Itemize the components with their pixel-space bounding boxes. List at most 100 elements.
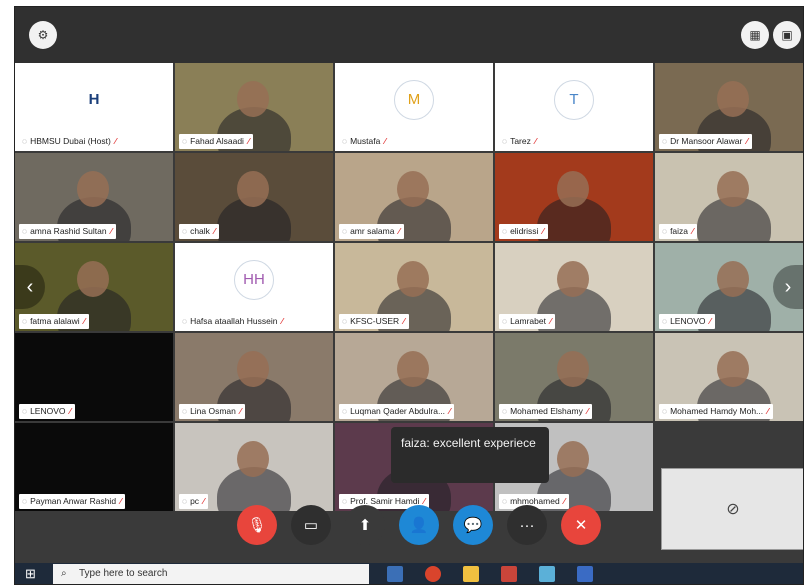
participant-status-icon: ◌: [502, 316, 508, 326]
file-explorer-icon[interactable]: [463, 566, 479, 582]
participant-status-icon: ◌: [342, 316, 348, 326]
participant-tile[interactable]: ◌ Mohamed Elshamy ⁄: [495, 333, 653, 421]
participant-name: Mohamed Elshamy: [510, 406, 583, 416]
taskbar-app-icon[interactable]: [387, 566, 403, 582]
more-button[interactable]: ···: [507, 505, 547, 545]
participant-tile[interactable]: ◌ Lina Osman ⁄: [175, 333, 333, 421]
participants-button[interactable]: 👤: [399, 505, 439, 545]
participant-name: chalk: [190, 226, 210, 236]
windows-taskbar: ⊞ ⌕ Type here to search: [15, 563, 803, 584]
chat-button[interactable]: 💬: [453, 505, 493, 545]
video-feed-head: [77, 171, 109, 207]
participant-name-label: ◌ amr salama ⁄: [339, 224, 404, 239]
video-feed-head: [557, 441, 589, 477]
participant-status-icon: ◌: [22, 316, 28, 326]
mute-mic-button[interactable]: 🎙: [237, 505, 277, 545]
participant-name: Luqman Qader Abdulra...: [350, 406, 446, 416]
more-icon: ···: [519, 516, 535, 534]
participant-tile[interactable]: HH ◌ Hafsa ataallah Hussein ⁄: [175, 243, 333, 331]
participant-name-label: ◌ Dr Mansoor Alawar ⁄: [659, 134, 752, 149]
mic-muted-icon: ⁄: [767, 406, 769, 416]
share-screen-button[interactable]: ⬆: [345, 505, 385, 545]
video-feed-head: [237, 351, 269, 387]
close-icon: ✕: [574, 517, 588, 534]
participant-name: Lina Osman: [190, 406, 236, 416]
participant-name: Dr Mansoor Alawar: [670, 136, 743, 146]
mic-muted-icon: ⁄: [692, 226, 694, 236]
participant-name: HBMSU Dubai (Host): [30, 136, 111, 146]
participant-status-icon: ◌: [182, 406, 188, 416]
participant-name: LENOVO: [30, 406, 66, 416]
participant-tile[interactable]: ◌ Fahad Alsaadi ⁄: [175, 63, 333, 151]
participant-name-label: ◌ KFSC-USER ⁄: [339, 314, 409, 329]
participant-status-icon: ◌: [22, 406, 28, 416]
video-feed-head: [557, 261, 589, 297]
participant-name-label: ◌ Fahad Alsaadi ⁄: [179, 134, 254, 149]
participant-status-icon: ◌: [662, 406, 668, 416]
mic-muted-icon: ⁄: [534, 136, 537, 146]
video-feed-head: [717, 81, 749, 117]
mic-off-icon: 🎙: [247, 517, 267, 534]
participant-tile[interactable]: ◌ elidrissi ⁄: [495, 153, 653, 241]
chat-notification[interactable]: faiza: excellent experiece: [391, 427, 549, 483]
participant-tile[interactable]: ◌ Lamrabet ⁄: [495, 243, 653, 331]
participant-tile[interactable]: ◌ LENOVO ⁄: [15, 333, 173, 421]
chat-notification-text: faiza: excellent experiece: [401, 436, 536, 450]
video-feed-head: [237, 171, 269, 207]
participant-name: amr salama: [350, 226, 395, 236]
video-feed-head: [557, 351, 589, 387]
windows-start-icon[interactable]: ⊞: [25, 566, 40, 581]
powerpoint-icon[interactable]: [501, 566, 517, 582]
participant-tile[interactable]: ◌ amna Rashid Sultan ⁄: [15, 153, 173, 241]
taskbar-search-input[interactable]: ⌕ Type here to search: [53, 564, 369, 584]
participant-name-label: ◌ Luqman Qader Abdulra... ⁄: [339, 404, 455, 419]
participant-name-label: ◌ HBMSU Dubai (Host) ⁄: [19, 134, 121, 149]
taskbar-app-icon[interactable]: [539, 566, 555, 582]
camera-off-icon: ▭: [303, 517, 319, 534]
participant-tile[interactable]: ◌ Dr Mansoor Alawar ⁄: [655, 63, 803, 151]
participant-name-label: ◌ LENOVO ⁄: [19, 404, 75, 419]
video-feed-head: [397, 351, 429, 387]
mic-muted-icon: ⁄: [709, 316, 711, 326]
participant-name-label: ◌ faiza ⁄: [659, 224, 698, 239]
mic-muted-icon: ⁄: [213, 226, 216, 236]
layout-icon[interactable]: ▣: [773, 21, 801, 49]
chrome-icon[interactable]: [425, 566, 441, 582]
participant-tile[interactable]: ◌ Mohamed Hamdy Moh... ⁄: [655, 333, 803, 421]
participant-tile[interactable]: ◌ faiza ⁄: [655, 153, 803, 241]
mic-muted-icon: ⁄: [542, 226, 544, 236]
participant-name: elidrissi: [510, 226, 539, 236]
participant-tile[interactable]: ◌ Luqman Qader Abdulra... ⁄: [335, 333, 493, 421]
hbmsu-logo: H: [75, 80, 113, 119]
settings-icon[interactable]: ⚙: [29, 21, 57, 49]
participant-name-label: ◌ Lamrabet ⁄: [499, 314, 556, 329]
participant-name: Mustafa: [350, 136, 381, 146]
participant-name: amna Rashid Sultan: [30, 226, 107, 236]
meeting-window: ⚙ ▦ ▣ H ◌ HBMSU Dubai (Host) ⁄ ◌ Fahad Alsaad…: [14, 6, 804, 585]
participant-status-icon: ◌: [662, 316, 668, 326]
mic-muted-icon: ⁄: [403, 316, 405, 326]
top-bar: ⚙ ▦ ▣: [15, 7, 803, 63]
video-feed-head: [237, 81, 269, 117]
video-feed-head: [557, 171, 589, 207]
video-feed-head: [397, 261, 429, 297]
word-icon[interactable]: [577, 566, 593, 582]
participant-name-label: ◌ amna Rashid Sultan ⁄: [19, 224, 117, 239]
participant-status-icon: ◌: [502, 406, 508, 416]
grid-view-icon[interactable]: ▦: [741, 21, 769, 49]
participant-tile[interactable]: ◌ KFSC-USER ⁄: [335, 243, 493, 331]
leave-button[interactable]: ✕: [561, 505, 601, 545]
camera-button[interactable]: ▭: [291, 505, 331, 545]
participant-tile[interactable]: M ◌ Mustafa ⁄: [335, 63, 493, 151]
participant-status-icon: ◌: [22, 136, 28, 146]
participant-tile[interactable]: ◌ amr salama ⁄: [335, 153, 493, 241]
participant-name-label: ◌ elidrissi ⁄: [499, 224, 548, 239]
participant-tile[interactable]: T ◌ Tarez ⁄: [495, 63, 653, 151]
participant-tile[interactable]: H ◌ HBMSU Dubai (Host) ⁄: [15, 63, 173, 151]
taskbar-search-placeholder: Type here to search: [79, 568, 168, 579]
participant-tile[interactable]: ◌ chalk ⁄: [175, 153, 333, 241]
participant-name: KFSC-USER: [350, 316, 400, 326]
avatar: T: [554, 79, 594, 120]
participant-status-icon: ◌: [662, 136, 668, 146]
participant-name-label: ◌ Lina Osman ⁄: [179, 404, 246, 419]
